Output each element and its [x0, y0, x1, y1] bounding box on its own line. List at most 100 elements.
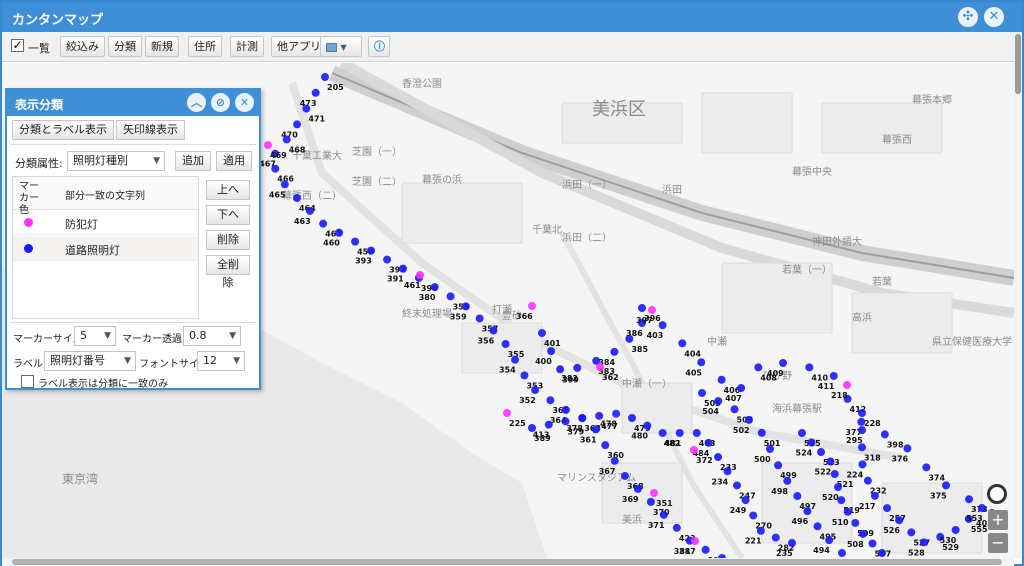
map-marker[interactable] — [756, 526, 765, 535]
map-marker[interactable] — [878, 549, 886, 557]
map-marker[interactable] — [895, 516, 904, 525]
map-marker[interactable] — [658, 321, 667, 330]
font-size-select[interactable]: 12 ▼ — [197, 351, 245, 371]
map-marker[interactable] — [737, 384, 746, 393]
map-marker[interactable] — [638, 304, 646, 312]
map-marker[interactable] — [292, 193, 301, 202]
map-marker[interactable] — [858, 529, 867, 538]
map-marker[interactable] — [730, 405, 739, 414]
map-marker[interactable] — [601, 441, 610, 450]
map-marker[interactable] — [978, 504, 986, 512]
move-up-button[interactable]: 上へ — [206, 180, 250, 200]
map-marker[interactable] — [319, 219, 328, 228]
map-marker[interactable] — [798, 429, 806, 437]
list-checkbox[interactable]: ✓ — [11, 39, 24, 52]
locate-icon[interactable] — [987, 484, 1007, 504]
map-marker[interactable] — [659, 510, 668, 519]
map-marker[interactable] — [591, 425, 600, 434]
map-marker[interactable] — [858, 426, 866, 435]
map-marker[interactable] — [825, 536, 834, 545]
map-marker[interactable] — [732, 481, 741, 490]
map-marker[interactable] — [311, 88, 320, 97]
map-marker[interactable] — [271, 164, 280, 173]
close-icon[interactable]: ✕ — [984, 7, 1004, 27]
map-marker[interactable] — [573, 363, 582, 372]
map-marker[interactable] — [416, 271, 424, 279]
map-marker[interactable] — [757, 428, 766, 437]
map-marker[interactable] — [843, 507, 852, 516]
minimize-icon[interactable]: ⊘ — [211, 93, 230, 112]
zoom-in-button[interactable]: + — [988, 510, 1008, 530]
collapse-icon[interactable]: ︿ — [187, 93, 206, 112]
map-marker[interactable] — [383, 255, 392, 264]
delete-button[interactable]: 削除 — [206, 230, 250, 250]
map-marker[interactable] — [870, 491, 879, 500]
map-marker[interactable] — [829, 371, 838, 380]
map-marker[interactable] — [765, 444, 774, 453]
map-marker[interactable] — [919, 538, 928, 547]
map-marker[interactable] — [538, 329, 546, 337]
add-button[interactable]: 追加 — [175, 151, 211, 171]
tab-arrow-lines[interactable]: 矢印線表示 — [116, 120, 185, 140]
map-marker[interactable] — [321, 73, 329, 81]
map-marker[interactable] — [643, 421, 652, 430]
map-marker[interactable] — [561, 405, 570, 414]
map-marker[interactable] — [475, 314, 484, 323]
map-marker[interactable] — [282, 135, 291, 144]
map-marker[interactable] — [880, 430, 889, 439]
map-marker[interactable] — [305, 206, 314, 215]
map-marker[interactable] — [717, 375, 726, 384]
map-marker[interactable] — [858, 443, 866, 452]
map-marker[interactable] — [612, 409, 621, 418]
map-marker[interactable] — [868, 539, 877, 548]
map-marker[interactable] — [672, 523, 681, 532]
map-marker[interactable] — [556, 365, 565, 374]
map-marker[interactable] — [658, 429, 667, 437]
map-marker[interactable] — [691, 537, 699, 545]
map-marker[interactable] — [903, 444, 912, 453]
settings-icon[interactable]: ✣ — [958, 7, 978, 27]
map-marker[interactable] — [697, 358, 706, 367]
map-marker[interactable] — [610, 347, 619, 356]
map-marker[interactable] — [620, 471, 629, 480]
map-marker[interactable] — [805, 363, 814, 372]
map-marker[interactable] — [399, 264, 408, 273]
table-row[interactable]: 防犯灯 — [13, 210, 198, 235]
map-marker[interactable] — [858, 409, 866, 417]
map-marker[interactable] — [783, 476, 792, 485]
image-menu-button[interactable]: ▼ — [320, 36, 362, 57]
map-marker[interactable] — [367, 246, 376, 255]
filter-button[interactable]: 絞込み — [60, 36, 105, 57]
zoom-out-button[interactable]: − — [988, 533, 1008, 553]
move-down-button[interactable]: 下へ — [206, 205, 250, 225]
info-button[interactable]: ⓘ — [368, 36, 390, 57]
map-marker[interactable] — [858, 460, 867, 469]
new-button[interactable]: 新規 — [145, 36, 179, 57]
tab-classify-label[interactable]: 分類とラベル表示 — [12, 120, 114, 140]
map-marker[interactable] — [511, 355, 520, 364]
map-marker[interactable] — [714, 397, 723, 406]
map-marker[interactable] — [633, 484, 642, 493]
map-marker[interactable] — [544, 420, 553, 429]
map-marker[interactable] — [489, 326, 498, 335]
map-marker[interactable] — [826, 457, 835, 466]
map-marker[interactable] — [771, 533, 780, 542]
map-marker[interactable] — [610, 456, 619, 465]
map-marker[interactable] — [838, 549, 846, 557]
attr-select[interactable]: 照明灯種別 ▼ — [67, 151, 165, 171]
map-marker[interactable] — [813, 522, 822, 531]
map-marker[interactable] — [627, 413, 636, 422]
map-marker[interactable] — [264, 141, 272, 149]
map-marker[interactable] — [774, 461, 783, 470]
map-marker[interactable] — [907, 528, 916, 537]
vertical-scrollbar[interactable] — [1014, 32, 1022, 558]
map-marker[interactable] — [843, 381, 851, 389]
map-marker[interactable] — [648, 306, 656, 314]
map-marker[interactable] — [520, 371, 529, 380]
map-marker[interactable] — [430, 283, 439, 292]
map-marker[interactable] — [922, 463, 931, 472]
other-apps-button[interactable]: 他アプリ — [271, 36, 327, 57]
marker-alpha-select[interactable]: 0.8 ▼ — [183, 326, 241, 346]
map-marker[interactable] — [595, 411, 604, 420]
map-marker[interactable] — [698, 389, 706, 397]
